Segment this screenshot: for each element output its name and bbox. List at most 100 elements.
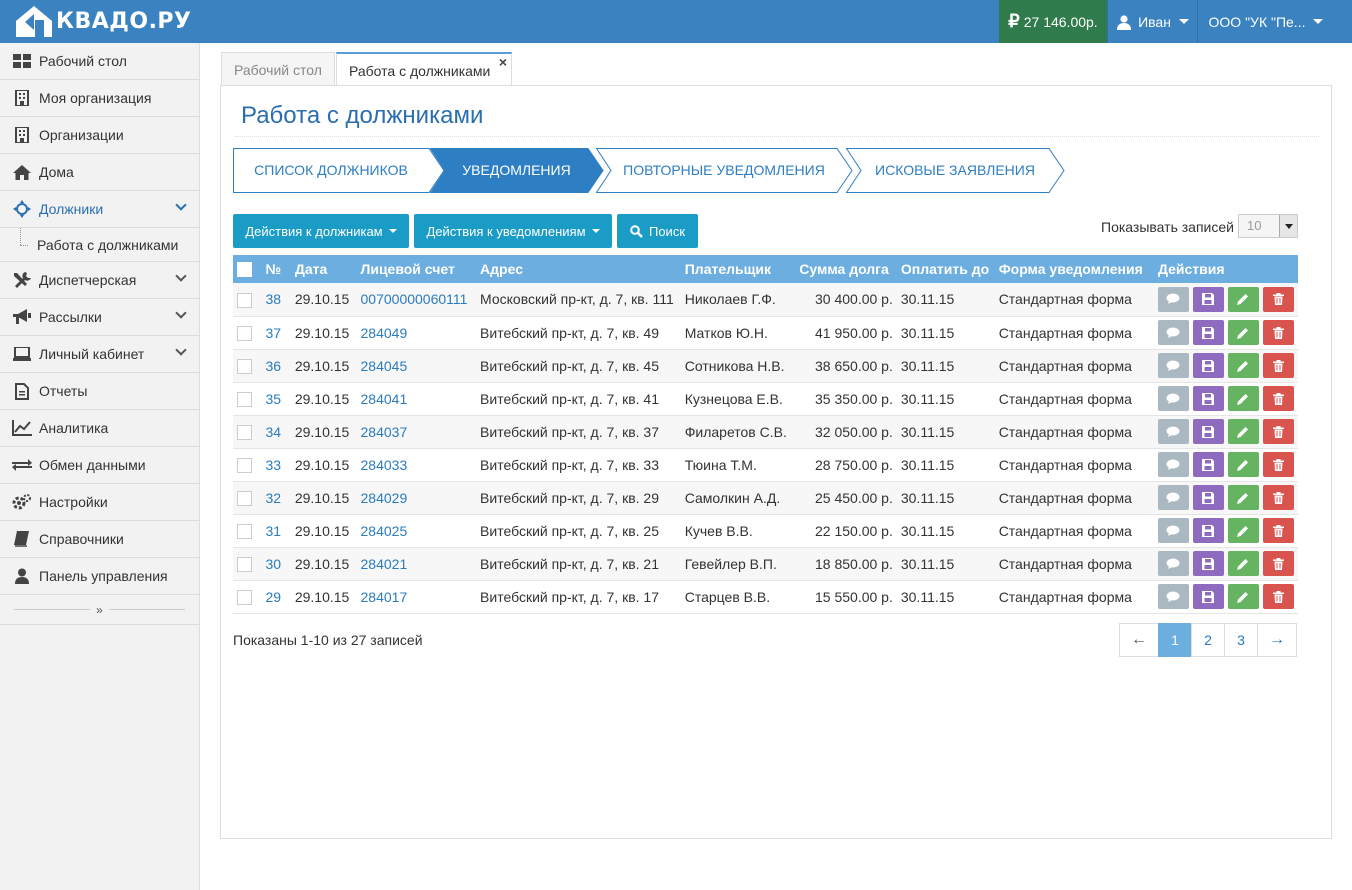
row-account-link[interactable]: 284029 <box>356 481 477 515</box>
sidebar-item-organizations[interactable]: Организации <box>0 117 199 154</box>
delete-button[interactable] <box>1262 286 1294 312</box>
row-account-link[interactable]: 284045 <box>356 349 477 383</box>
row-checkbox[interactable] <box>237 358 252 374</box>
logo[interactable]: КВАДО.РУ <box>14 4 192 38</box>
comment-button[interactable] <box>1157 551 1189 576</box>
row-account-link[interactable]: 284025 <box>356 514 477 548</box>
row-number-link[interactable]: 37 <box>261 316 291 350</box>
sidebar-item-control-panel[interactable]: Панель управления <box>0 558 199 595</box>
row-account-link[interactable]: 284049 <box>356 316 477 350</box>
save-button[interactable] <box>1192 518 1224 543</box>
delete-button[interactable] <box>1262 452 1294 477</box>
tab-debt-work[interactable]: Работа с должниками × <box>336 52 512 87</box>
row-account-link[interactable]: 284033 <box>356 448 477 482</box>
step-repeat-notices[interactable]: ПОВТОРНЫЕ УВЕДОМЛЕНИЯ <box>596 148 854 193</box>
step-debtors-list[interactable]: СПИСОК ДОЛЖНИКОВ <box>233 148 445 193</box>
row-checkbox[interactable] <box>237 589 252 605</box>
comment-button[interactable] <box>1157 286 1189 312</box>
edit-button[interactable] <box>1227 551 1259 576</box>
comment-button[interactable] <box>1157 386 1189 411</box>
edit-button[interactable] <box>1227 584 1259 609</box>
close-icon[interactable]: × <box>499 54 507 70</box>
sidebar-item-debtors[interactable]: Должники <box>0 191 199 228</box>
save-button[interactable] <box>1192 452 1224 477</box>
edit-button[interactable] <box>1227 286 1259 312</box>
save-button[interactable] <box>1192 353 1224 378</box>
save-button[interactable] <box>1192 320 1224 345</box>
balance-badge[interactable]: ₽ 27 146.00р. <box>999 0 1107 43</box>
edit-button[interactable] <box>1227 452 1259 477</box>
save-button[interactable] <box>1192 419 1224 444</box>
comment-button[interactable] <box>1157 353 1189 378</box>
select-all-checkbox[interactable] <box>237 262 252 278</box>
row-number-link[interactable]: 36 <box>261 349 291 383</box>
comment-button[interactable] <box>1157 452 1189 477</box>
sidebar-item-cabinet[interactable]: Личный кабинет <box>0 336 199 373</box>
sidebar-item-references[interactable]: Справочники <box>0 521 199 558</box>
delete-button[interactable] <box>1262 320 1294 345</box>
sidebar-item-settings[interactable]: Настройки <box>0 484 199 521</box>
row-account-link[interactable]: 284021 <box>356 547 477 581</box>
row-account-link[interactable]: 00700000060111 <box>356 283 477 317</box>
sidebar-item-mailings[interactable]: Рассылки <box>0 299 199 336</box>
edit-button[interactable] <box>1227 320 1259 345</box>
delete-button[interactable] <box>1262 518 1294 543</box>
pagination-prev[interactable]: ← <box>1119 623 1159 657</box>
col-header[interactable]: Плательщик <box>681 255 796 283</box>
row-account-link[interactable]: 284017 <box>356 580 477 614</box>
sidebar-item-dispatch[interactable]: Диспетчерская <box>0 262 199 299</box>
records-per-page-select[interactable]: 10 <box>1238 214 1298 238</box>
row-checkbox[interactable] <box>237 292 252 308</box>
row-checkbox[interactable] <box>237 523 252 539</box>
col-header[interactable]: Лицевой счет <box>357 255 477 283</box>
notice-actions-dropdown[interactable]: Действия к уведомлениям <box>414 214 612 248</box>
save-button[interactable] <box>1192 584 1224 609</box>
sidebar-item-reports[interactable]: Отчеты <box>0 373 199 410</box>
sidebar-item-exchange[interactable]: Обмен данными <box>0 447 199 484</box>
edit-button[interactable] <box>1227 485 1259 510</box>
step-claims[interactable]: ИСКОВЫЕ ЗАЯВЛЕНИЯ <box>846 148 1066 193</box>
pagination-next[interactable]: → <box>1257 623 1297 657</box>
edit-button[interactable] <box>1227 419 1259 444</box>
delete-button[interactable] <box>1262 551 1294 576</box>
row-checkbox[interactable] <box>237 325 252 341</box>
delete-button[interactable] <box>1262 485 1294 510</box>
debtor-actions-dropdown[interactable]: Действия к должникам <box>233 214 409 248</box>
row-number-link[interactable]: 34 <box>261 415 291 449</box>
row-checkbox[interactable] <box>237 391 252 407</box>
search-button[interactable]: Поиск <box>617 214 698 248</box>
save-button[interactable] <box>1192 386 1224 411</box>
delete-button[interactable] <box>1262 386 1294 411</box>
row-checkbox[interactable] <box>237 457 252 473</box>
row-number-link[interactable]: 38 <box>261 283 291 317</box>
row-number-link[interactable]: 29 <box>261 580 291 614</box>
comment-button[interactable] <box>1157 320 1189 345</box>
pagination-page[interactable]: 1 <box>1158 623 1192 657</box>
sidebar-item-analytics[interactable]: Аналитика <box>0 410 199 447</box>
comment-button[interactable] <box>1157 485 1189 510</box>
row-number-link[interactable]: 35 <box>261 382 291 416</box>
col-header[interactable]: Оплатить до <box>897 255 995 283</box>
user-menu[interactable]: Иван <box>1107 0 1197 43</box>
row-number-link[interactable]: 30 <box>261 547 291 581</box>
comment-button[interactable] <box>1157 419 1189 444</box>
edit-button[interactable] <box>1227 353 1259 378</box>
save-button[interactable] <box>1192 485 1224 510</box>
pagination-page[interactable]: 2 <box>1191 623 1225 657</box>
row-number-link[interactable]: 31 <box>261 514 291 548</box>
sidebar-item-dashboard[interactable]: Рабочий стол <box>0 43 199 80</box>
row-checkbox[interactable] <box>237 424 252 440</box>
edit-button[interactable] <box>1227 386 1259 411</box>
org-menu[interactable]: ООО "УК "Пе... <box>1197 0 1334 43</box>
row-account-link[interactable]: 284041 <box>356 382 477 416</box>
save-button[interactable] <box>1192 286 1224 312</box>
comment-button[interactable] <box>1157 584 1189 609</box>
col-header[interactable]: Адрес <box>476 255 681 283</box>
delete-button[interactable] <box>1262 353 1294 378</box>
row-number-link[interactable]: 33 <box>261 448 291 482</box>
row-account-link[interactable]: 284037 <box>356 415 477 449</box>
row-number-link[interactable]: 32 <box>261 481 291 515</box>
col-header[interactable]: № <box>261 255 290 283</box>
delete-button[interactable] <box>1262 584 1294 609</box>
col-header[interactable]: Сумма долга <box>795 255 897 283</box>
